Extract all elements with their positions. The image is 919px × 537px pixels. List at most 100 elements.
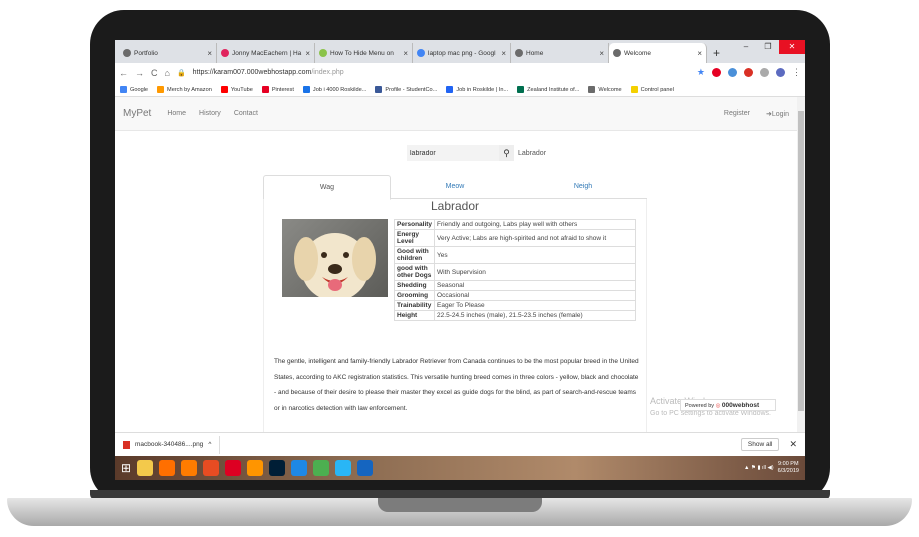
login-link[interactable]: ➜Login — [766, 110, 789, 118]
trait-value: Eager To Please — [434, 300, 636, 311]
trait-key: Personality — [393, 219, 436, 230]
pet-tabs: Wag Meow Neigh — [263, 175, 647, 200]
clock[interactable]: 9:00 PM 6/3/2019 — [778, 461, 799, 475]
browser-tab[interactable]: Home × — [511, 43, 609, 63]
browser-tab[interactable]: Jonny MacEachern | Ha × — [217, 43, 315, 63]
trait-value: Very Active; Labs are high-spirited and … — [434, 229, 636, 247]
new-tab-button[interactable]: + — [707, 43, 726, 63]
vscode-icon[interactable] — [357, 460, 374, 476]
url-field[interactable]: https://karam007.000webhostapp.com/index… — [193, 69, 690, 76]
ie-icon[interactable] — [291, 460, 308, 476]
ext-icon[interactable] — [728, 68, 737, 77]
nav-contact[interactable]: Contact — [234, 110, 258, 117]
favicon-icon — [319, 49, 327, 57]
show-all-button[interactable]: Show all — [740, 438, 780, 451]
nav-home[interactable]: Home — [167, 110, 186, 117]
bookmark-item[interactable]: Merch by Amazon — [157, 85, 212, 93]
favicon-icon — [613, 49, 621, 57]
photoshop-icon[interactable] — [269, 460, 286, 476]
extension-icons: ★ ⋮ — [697, 67, 801, 78]
close-tab-icon[interactable]: × — [599, 49, 604, 58]
download-shelf: macbook-340486....png ^ Show all ✕ — [115, 432, 805, 456]
close-tab-icon[interactable]: × — [403, 49, 408, 58]
download-item[interactable]: macbook-340486....png ^ — [123, 435, 221, 454]
tab-bar: Portfolio × Jonny MacEachern | Ha × How To H… — [115, 40, 805, 63]
star-icon[interactable]: ★ — [697, 67, 705, 78]
windows-start-icon[interactable]: ⊞ — [121, 461, 131, 475]
close-shelf-icon[interactable]: ✕ — [789, 439, 797, 450]
opera-icon[interactable] — [225, 460, 242, 476]
trait-key: Height — [393, 310, 436, 321]
favicon-icon — [123, 49, 131, 57]
page-scrollbar[interactable] — [797, 97, 805, 434]
trait-row: good with other Dogs With Supervision — [393, 263, 636, 281]
home-icon[interactable]: ⌂ — [165, 68, 170, 78]
taskbar: ⊞ ▲ ⚑ ▮ ıll ◀) 9:00 PM 6/3/2019 — [115, 456, 805, 480]
app-icon[interactable] — [159, 460, 176, 476]
trait-key: Shedding — [393, 280, 436, 291]
maximize-button[interactable]: ❐ — [757, 40, 779, 54]
tab-neigh[interactable]: Neigh — [519, 175, 647, 198]
bookmark-item[interactable]: Pinterest — [261, 85, 294, 93]
bookmark-icon — [446, 85, 454, 93]
bookmark-item[interactable]: Profile - StudentCo... — [375, 85, 437, 93]
trait-key: Grooming — [393, 290, 436, 301]
brand-link[interactable]: MyPet — [123, 108, 151, 119]
close-tab-icon[interactable]: × — [305, 49, 310, 58]
firefox-icon[interactable] — [247, 460, 264, 476]
bookmark-icon — [120, 85, 127, 93]
browser-tab[interactable]: Welcome × — [609, 43, 707, 63]
ext-icon[interactable] — [744, 68, 753, 77]
browser-tab[interactable]: How To Hide Menu on × — [315, 43, 413, 63]
menu-icon[interactable]: ⋮ — [792, 67, 801, 78]
bookmark-item[interactable]: Welcome — [588, 85, 622, 93]
tab-wag[interactable]: Wag — [263, 175, 391, 200]
tray-icons[interactable]: ▲ ⚑ ▮ ıll ◀) — [744, 465, 774, 471]
browser-tab[interactable]: Portfolio × — [119, 43, 217, 63]
bookmark-icon — [588, 85, 596, 93]
bookmark-item[interactable]: Zealand Institute of... — [517, 85, 579, 93]
tab-meow[interactable]: Meow — [391, 175, 519, 198]
profile-avatar-icon[interactable] — [776, 68, 785, 77]
trait-row: Good with children Yes — [393, 246, 636, 264]
close-tab-icon[interactable]: × — [697, 49, 702, 58]
trait-row: Shedding Seasonal — [393, 280, 636, 291]
bookmark-item[interactable]: Control panel — [630, 85, 674, 93]
minimize-button[interactable]: – — [735, 40, 757, 54]
search-button[interactable]: ⚲ — [499, 145, 514, 161]
forward-icon[interactable]: → — [135, 68, 144, 78]
search-icon: ⚲ — [503, 148, 510, 158]
chevron-up-icon[interactable]: ^ — [208, 441, 211, 448]
illustrator-icon[interactable] — [181, 460, 198, 476]
trait-value: Yes — [434, 246, 636, 264]
powered-by-badge[interactable]: Powered by ◎ 000webhost — [680, 399, 776, 411]
register-link[interactable]: Register — [724, 110, 750, 118]
trait-value: Friendly and outgoing, Labs play well wi… — [434, 219, 636, 230]
navbar: MyPet Home History Contact Register ➜Log… — [115, 97, 797, 131]
bookmark-item[interactable]: Job i 4000 Roskilde... — [302, 85, 366, 93]
breed-panel: Labrador Personality Friendly and outgoin… — [263, 199, 647, 434]
app-icon[interactable] — [335, 460, 352, 476]
close-tab-icon[interactable]: × — [501, 49, 506, 58]
search-input[interactable] — [407, 145, 499, 161]
dog-photo — [282, 219, 388, 301]
file-explorer-icon[interactable] — [137, 460, 154, 476]
close-tab-icon[interactable]: × — [207, 49, 212, 58]
chrome-icon[interactable] — [313, 460, 330, 476]
back-icon[interactable]: ← — [119, 68, 128, 78]
nav-history[interactable]: History — [199, 110, 221, 117]
trait-key: good with other Dogs — [393, 263, 436, 281]
pinterest-ext-icon[interactable] — [712, 68, 721, 77]
bookmark-item[interactable]: Google — [120, 85, 148, 93]
ext-icon[interactable] — [760, 68, 769, 77]
app-icon[interactable] — [203, 460, 220, 476]
trait-value: Occasional — [434, 290, 636, 301]
bookmark-icon — [630, 85, 638, 93]
reload-icon[interactable]: C — [151, 68, 158, 78]
bookmark-item[interactable]: YouTube — [220, 85, 253, 93]
bookmark-icon — [220, 85, 228, 93]
trait-value: With Supervision — [434, 263, 636, 281]
bookmark-item[interactable]: Job in Roskilde | In... — [446, 85, 508, 93]
browser-tab[interactable]: laptop mac png - Googl × — [413, 43, 511, 63]
close-window-button[interactable]: ✕ — [779, 40, 805, 54]
